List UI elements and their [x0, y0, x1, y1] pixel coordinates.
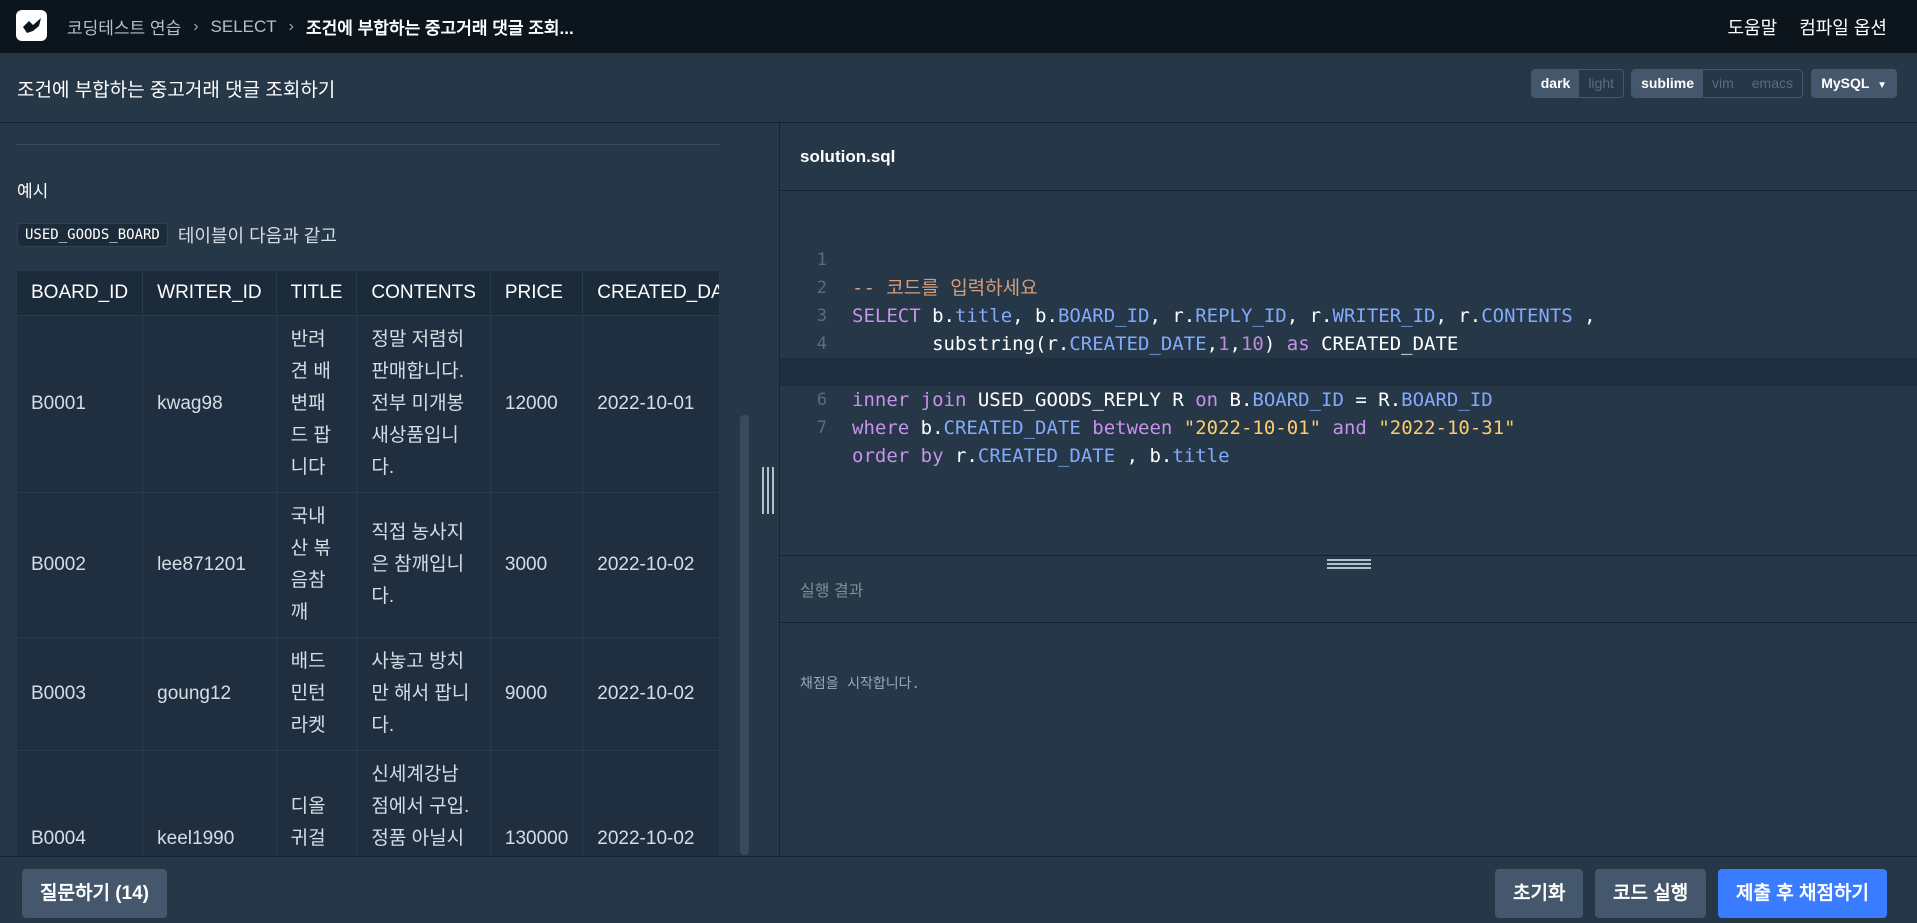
example-table-container[interactable]: BOARD_ID WRITER_ID TITLE CONTENTS PRICE …	[17, 271, 719, 856]
table-cell: B0003	[17, 636, 144, 750]
table-cell: kwag98	[142, 314, 277, 492]
editor-header: solution.sql	[780, 123, 1917, 191]
table-description: USED_GOODS_BOARD 테이블이 다음과 같고	[17, 222, 337, 248]
language-select[interactable]: MySQL ▼	[1811, 69, 1897, 98]
table-cell: goung12	[142, 636, 277, 750]
keymap-emacs-button[interactable]: emacs	[1743, 70, 1802, 97]
keymap-vim-button[interactable]: vim	[1703, 70, 1743, 97]
example-heading: 예시	[17, 182, 49, 201]
reset-button[interactable]: 초기화	[1495, 869, 1584, 918]
line-number: 7	[816, 418, 827, 438]
theme-dark-button[interactable]: dark	[1531, 70, 1580, 97]
code-line[interactable]: 7 order by r.CREATED_DATE , b.title	[780, 386, 1917, 467]
table-row: B0002 lee871201 국내산 볶음참깨 직접 농사지은 참깨입니다. …	[17, 491, 719, 637]
result-title: 실행 결과	[800, 583, 864, 600]
table-name-code: USED_GOODS_BOARD	[17, 223, 168, 247]
example-table: BOARD_ID WRITER_ID TITLE CONTENTS PRICE …	[17, 271, 719, 856]
table-cell: 2022-10-01	[582, 314, 719, 492]
table-cell: keel1990	[142, 749, 277, 856]
code-line[interactable]: 5 inner join USED_GOODS_REPLY R on B.BOA…	[780, 330, 1917, 411]
table-cell: B0004	[17, 749, 144, 856]
editor-resize-handle[interactable]	[1327, 559, 1371, 571]
code-line[interactable]: 1 -- 코드를 입력하세요	[780, 218, 1917, 299]
table-header-row: BOARD_ID WRITER_ID TITLE CONTENTS PRICE …	[17, 271, 719, 315]
table-cell: 2022-10-02	[582, 749, 719, 856]
column-header: TITLE	[276, 271, 358, 315]
column-header: WRITER_ID	[142, 271, 277, 315]
table-cell: 국내산 볶음참깨	[276, 491, 358, 637]
table-cell: 디올 귀걸이	[276, 749, 358, 856]
column-header: PRICE	[490, 271, 584, 315]
table-description-text: 테이블이 다음과 같고	[177, 226, 337, 246]
theme-toggle: dark light	[1530, 69, 1624, 98]
table-cell: 2022-10-02	[582, 636, 719, 750]
table-cell: 12000	[490, 314, 584, 492]
compile-options-link[interactable]: 컴파일 옵션	[1799, 14, 1887, 40]
table-cell: 3000	[490, 491, 584, 637]
column-header: CREATED_DATE	[582, 271, 719, 315]
column-header: CONTENTS	[356, 271, 491, 315]
run-code-button[interactable]: 코드 실행	[1595, 869, 1707, 918]
divider	[17, 144, 719, 145]
table-cell: lee871201	[142, 491, 277, 637]
table-row: B0004 keel1990 디올 귀걸이 신세계강남점에서 구입. 정품 아닐…	[17, 749, 719, 856]
table-cell: 직접 농사지은 참깨입니다.	[356, 491, 491, 637]
panel-resize-handle[interactable]	[761, 467, 775, 514]
chevron-right-icon: ›	[193, 17, 199, 35]
caret-down-icon: ▼	[1877, 80, 1887, 91]
breadcrumb-current: 조건에 부합하는 중고거래 댓글 조회...	[306, 19, 574, 38]
problem-header: 조건에 부합하는 중고거래 댓글 조회하기 dark light sublime…	[0, 53, 1917, 123]
result-output: 채점을 시작합니다.	[800, 676, 920, 692]
code-line[interactable]: 4 from USED_GOODS_BOARD B	[780, 302, 1917, 383]
keymap-toggle: sublime vim emacs	[1631, 69, 1803, 98]
table-cell: 사놓고 방치만 해서 팝니다.	[356, 636, 491, 750]
file-name: solution.sql	[800, 147, 896, 166]
problem-description-panel: 예시 USED_GOODS_BOARD 테이블이 다음과 같고 BOARD_ID…	[0, 123, 735, 856]
table-cell: 정말 저렴히 판매합니다. 전부 미개봉 새상품입니다.	[356, 314, 491, 492]
table-cell: 반려견 배변패드 팝니다	[276, 314, 358, 492]
scrollbar-thumb[interactable]	[740, 415, 749, 855]
column-header: BOARD_ID	[17, 271, 144, 315]
table-cell: B0002	[17, 491, 144, 637]
help-link[interactable]: 도움말	[1728, 14, 1778, 40]
code-line-active[interactable]: 6 where b.CREATED_DATE between "2022-10-…	[780, 358, 1917, 439]
table-cell: 130000	[490, 749, 584, 856]
top-nav: 코딩테스트 연습 › SELECT › 조건에 부합하는 중고거래 댓글 조회.…	[0, 0, 1917, 53]
table-row: B0001 kwag98 반려견 배변패드 팝니다 정말 저렴히 판매합니다. …	[17, 314, 719, 492]
breadcrumb: 코딩테스트 연습 › SELECT › 조건에 부합하는 중고거래 댓글 조회.…	[67, 0, 574, 53]
breadcrumb-coding-test[interactable]: 코딩테스트 연습	[67, 14, 181, 39]
table-cell: 신세계강남점에서 구입. 정품 아닐시 백퍼센트 환불	[356, 749, 491, 856]
table-cell: 9000	[490, 636, 584, 750]
language-label: MySQL	[1821, 75, 1870, 91]
programmers-logo-icon[interactable]	[16, 10, 47, 41]
code-line[interactable]: 2 SELECT b.title, b.BOARD_ID, r.REPLY_ID…	[780, 246, 1917, 327]
breadcrumb-select[interactable]: SELECT	[211, 17, 277, 37]
submit-button[interactable]: 제출 후 채점하기	[1718, 869, 1887, 918]
bottom-action-bar: 질문하기 (14) 초기화 코드 실행 제출 후 채점하기	[0, 856, 1917, 923]
table-cell: 배드민턴 라켓	[276, 636, 358, 750]
table-cell: B0001	[17, 314, 144, 492]
keymap-sublime-button[interactable]: sublime	[1632, 70, 1703, 97]
code-editor[interactable]: 1 -- 코드를 입력하세요 2 SELECT b.title, b.BOARD…	[780, 192, 1917, 554]
table-cell: 2022-10-02	[582, 491, 719, 637]
table-row: B0003 goung12 배드민턴 라켓 사놓고 방치만 해서 팝니다. 90…	[17, 636, 719, 750]
chevron-right-icon: ›	[288, 17, 294, 35]
code-line[interactable]: 3 substring(r.CREATED_DATE,1,10) as CREA…	[780, 274, 1917, 355]
page-title: 조건에 부합하는 중고거래 댓글 조회하기	[17, 80, 336, 101]
theme-light-button[interactable]: light	[1579, 70, 1623, 97]
ask-question-button[interactable]: 질문하기 (14)	[22, 869, 167, 918]
